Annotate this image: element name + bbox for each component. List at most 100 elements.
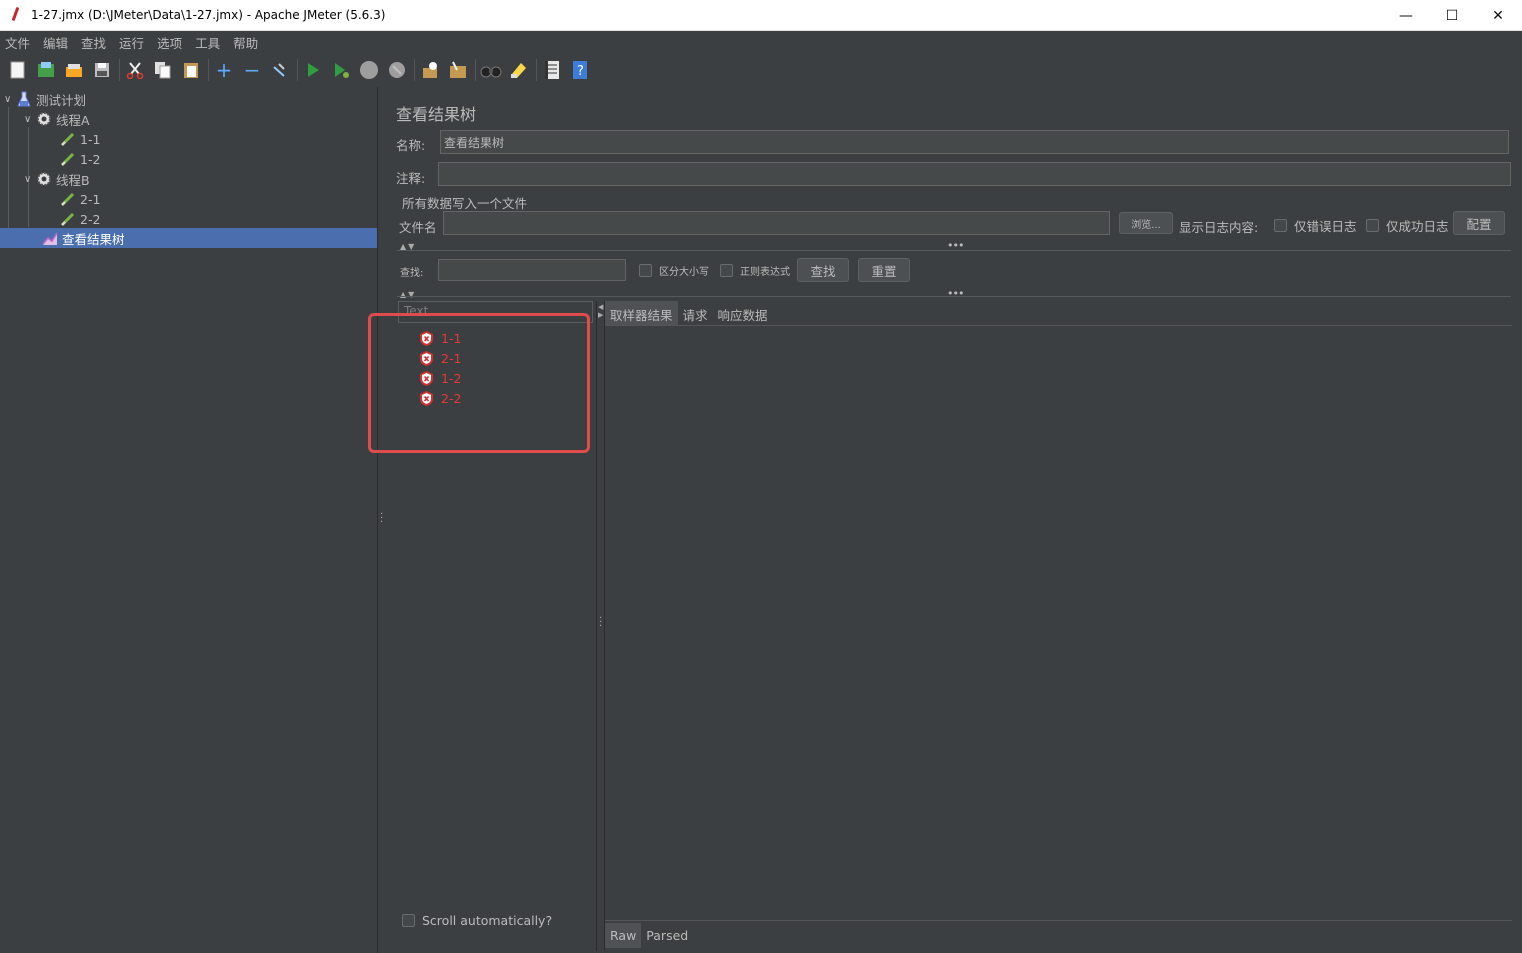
copy-icon[interactable] bbox=[152, 59, 174, 81]
toggle-icon[interactable] bbox=[269, 59, 291, 81]
expand-icon[interactable]: + bbox=[213, 58, 235, 82]
find-button[interactable]: 查找 bbox=[797, 258, 849, 282]
reset-search-icon[interactable] bbox=[508, 59, 530, 81]
tree-node-thread-a[interactable]: ∨ 线程A bbox=[24, 109, 90, 129]
flask-icon bbox=[16, 91, 32, 107]
tree-label: 测试计划 bbox=[36, 92, 87, 108]
menu-search[interactable]: 查找 bbox=[81, 33, 106, 52]
main-splitter[interactable]: · · · bbox=[377, 87, 385, 953]
clear-all-icon[interactable] bbox=[447, 59, 469, 81]
case-sensitive-checkbox[interactable]: 区分大小写 bbox=[639, 263, 709, 278]
collapse-arrows-icon[interactable]: ▲▼ bbox=[400, 290, 416, 299]
menu-bar: 文件 编辑 查找 运行 选项 工具 帮助 bbox=[0, 31, 1522, 53]
tree-label: 查看结果树 bbox=[62, 231, 125, 247]
results-list: Text 1-1 2-1 1-2 2-2 Scroll automaticall… bbox=[398, 301, 593, 928]
scroll-automatically-checkbox[interactable]: Scroll automatically? bbox=[402, 913, 552, 928]
list-item[interactable]: 1-2 bbox=[420, 369, 461, 387]
list-item[interactable]: 2-1 bbox=[420, 349, 461, 367]
grip-icon: · · · bbox=[380, 509, 384, 528]
new-icon[interactable] bbox=[7, 59, 29, 81]
browse-button[interactable]: 浏览... bbox=[1119, 212, 1173, 234]
open-icon[interactable] bbox=[63, 59, 85, 81]
error-shield-icon bbox=[420, 390, 433, 406]
tab-parsed[interactable]: Parsed bbox=[641, 923, 693, 948]
menu-tools[interactable]: 工具 bbox=[195, 33, 220, 52]
tree-label: 1-2 bbox=[80, 151, 101, 167]
tree-node-sampler-1-1[interactable]: 1-1 bbox=[60, 129, 100, 149]
filename-field[interactable] bbox=[443, 211, 1110, 235]
error-shield-icon bbox=[420, 370, 433, 386]
cut-icon[interactable] bbox=[124, 59, 146, 81]
checkbox-icon[interactable] bbox=[1366, 219, 1379, 232]
stop-icon[interactable] bbox=[358, 59, 380, 81]
save-icon[interactable] bbox=[91, 59, 113, 81]
pipette-icon bbox=[60, 131, 76, 147]
collapse-icon[interactable]: − bbox=[241, 58, 263, 82]
tab-request[interactable]: 请求 bbox=[678, 301, 713, 325]
log-content-label: 显示日志内容: bbox=[1179, 220, 1259, 235]
menu-help[interactable]: 帮助 bbox=[233, 33, 258, 52]
checkbox-icon[interactable] bbox=[639, 264, 652, 277]
chevron-down-icon[interactable]: ∨ bbox=[24, 174, 36, 185]
gear-icon bbox=[36, 111, 52, 127]
maximize-button[interactable]: ☐ bbox=[1429, 0, 1475, 31]
error-shield-icon bbox=[420, 350, 433, 366]
name-field[interactable]: 查看结果树 bbox=[440, 130, 1509, 154]
reset-button[interactable]: 重置 bbox=[858, 258, 910, 282]
paste-icon[interactable] bbox=[180, 59, 202, 81]
errors-only-checkbox[interactable]: 仅错误日志 bbox=[1274, 216, 1357, 235]
tree-node-test-plan[interactable]: ∨ 测试计划 bbox=[4, 89, 86, 109]
checkbox-icon[interactable] bbox=[402, 914, 415, 927]
shutdown-icon[interactable] bbox=[386, 59, 408, 81]
list-item[interactable]: 1-1 bbox=[420, 329, 461, 347]
errors-only-label: 仅错误日志 bbox=[1294, 219, 1357, 234]
grip-icon[interactable]: ••• bbox=[947, 287, 964, 300]
grip-icon[interactable]: ••• bbox=[947, 239, 964, 252]
tree-node-thread-b[interactable]: ∨ 线程B bbox=[24, 169, 90, 189]
search-icon[interactable] bbox=[480, 59, 502, 81]
tree-node-sampler-2-1[interactable]: 2-1 bbox=[60, 189, 100, 209]
minimize-button[interactable]: — bbox=[1383, 0, 1429, 31]
comment-field[interactable] bbox=[438, 162, 1511, 186]
configure-button[interactable]: 配置 bbox=[1453, 211, 1505, 235]
menu-file[interactable]: 文件 bbox=[5, 33, 30, 52]
start-icon[interactable] bbox=[302, 59, 324, 81]
result-label: 2-2 bbox=[441, 390, 462, 406]
menu-run[interactable]: 运行 bbox=[119, 33, 144, 52]
checkbox-icon[interactable] bbox=[720, 264, 733, 277]
result-detail-area[interactable] bbox=[605, 325, 1512, 919]
list-item[interactable]: 2-2 bbox=[420, 389, 461, 407]
tree-node-sampler-2-2[interactable]: 2-2 bbox=[60, 209, 100, 229]
start-no-pause-icon[interactable] bbox=[330, 59, 352, 81]
templates-icon[interactable] bbox=[35, 59, 57, 81]
menu-edit[interactable]: 编辑 bbox=[43, 33, 68, 52]
gear-icon bbox=[36, 171, 52, 187]
clear-icon[interactable] bbox=[419, 59, 441, 81]
result-label: 1-1 bbox=[441, 330, 462, 346]
chevron-down-icon[interactable]: ∨ bbox=[24, 114, 36, 125]
menu-options[interactable]: 选项 bbox=[157, 33, 182, 52]
search-field[interactable] bbox=[438, 259, 626, 281]
success-only-checkbox[interactable]: 仅成功日志 bbox=[1366, 216, 1449, 235]
chevron-down-icon[interactable]: ∨ bbox=[4, 94, 16, 105]
results-filter-input[interactable]: Text bbox=[398, 301, 593, 323]
tab-response-data[interactable]: 响应数据 bbox=[713, 301, 773, 325]
case-sensitive-label: 区分大小写 bbox=[659, 267, 709, 278]
tree-node-view-results-tree[interactable]: 查看结果树 bbox=[0, 228, 377, 248]
search-label: 查找: bbox=[400, 268, 424, 279]
tab-raw[interactable]: Raw bbox=[605, 923, 642, 948]
file-section-title: 所有数据写入一个文件 bbox=[402, 196, 528, 211]
checkbox-icon[interactable] bbox=[1274, 219, 1287, 232]
results-splitter[interactable]: ◀ ▶ · · · bbox=[596, 301, 605, 951]
tab-sampler-result[interactable]: 取样器结果 bbox=[605, 301, 678, 325]
close-button[interactable]: ✕ bbox=[1475, 0, 1521, 31]
regex-checkbox[interactable]: 正则表达式 bbox=[720, 263, 790, 278]
toolbar: + − ? bbox=[0, 53, 1522, 87]
function-helper-icon[interactable] bbox=[541, 59, 563, 81]
error-shield-icon bbox=[420, 330, 433, 346]
window-title: 1-27.jmx (D:\JMeter\Data\1-27.jmx) - Apa… bbox=[31, 8, 386, 22]
result-label: 1-2 bbox=[441, 370, 462, 386]
help-icon[interactable]: ? bbox=[569, 59, 591, 81]
split-arrows-icon[interactable]: ◀ ▶ bbox=[598, 303, 603, 319]
tree-node-sampler-1-2[interactable]: 1-2 bbox=[60, 149, 100, 169]
